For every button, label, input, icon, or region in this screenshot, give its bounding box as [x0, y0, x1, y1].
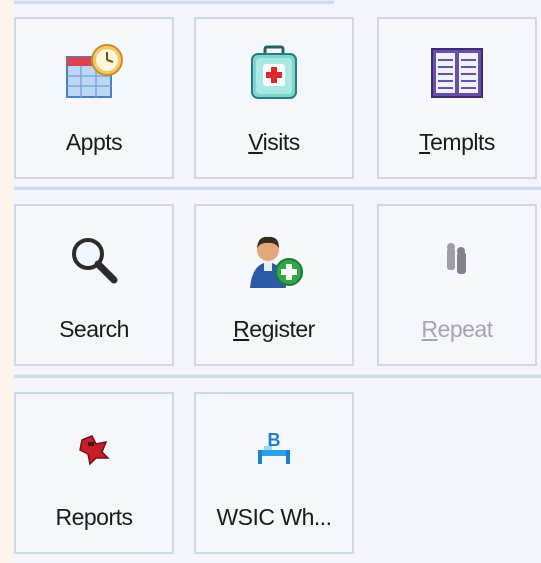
repeat-label: Repeat: [379, 316, 535, 343]
reports-icon: [16, 418, 172, 478]
appts-label-text: Appts: [65, 129, 123, 155]
wsic-wh-label: WSIC Wh...: [196, 504, 352, 531]
visits-mnemonic: V: [248, 129, 263, 155]
calendar-clock-icon: [16, 43, 172, 103]
register-mnemonic: R: [233, 316, 250, 342]
magnifier-icon: [16, 230, 172, 290]
search-label: Search: [16, 316, 172, 343]
register-button[interactable]: Register: [194, 204, 354, 366]
visits-label-text: isits: [262, 129, 301, 155]
row-divider-1: [14, 186, 541, 190]
wsic-wh-label-text: WSIC Wh...: [216, 504, 332, 530]
search-button[interactable]: Search: [14, 204, 174, 366]
first-aid-kit-icon: [196, 43, 352, 103]
template-book-icon: [379, 43, 535, 103]
templts-button[interactable]: Templts: [377, 17, 537, 179]
templts-label: Templts: [379, 129, 535, 156]
top-divider: [14, 0, 334, 4]
repeat-button[interactable]: Repeat: [377, 204, 537, 366]
launcher-panel: Appts Visits Templts Search Register Rep…: [14, 0, 541, 563]
templts-mnemonic: T: [419, 129, 431, 155]
bed-icon: B: [196, 418, 352, 478]
templts-label-text: emplts: [430, 129, 495, 155]
register-label-text: egister: [249, 316, 315, 342]
register-label: Register: [196, 316, 352, 343]
repeat-label-text: epeat: [437, 316, 494, 342]
visits-button[interactable]: Visits: [194, 17, 354, 179]
reports-button[interactable]: Reports: [14, 392, 174, 554]
repeat-mnemonic: R: [421, 316, 438, 342]
visits-label: Visits: [196, 129, 352, 156]
row-divider-2: [14, 374, 541, 378]
wsic-wh-button[interactable]: B WSIC Wh...: [194, 392, 354, 554]
reports-label-text: Reports: [55, 504, 133, 530]
reports-label: Reports: [16, 504, 172, 531]
add-person-icon: [196, 230, 352, 290]
appts-button[interactable]: Appts: [14, 17, 174, 179]
repeat-people-icon: [379, 230, 535, 290]
appts-label: Appts: [16, 129, 172, 156]
search-label-text: Search: [59, 316, 129, 342]
